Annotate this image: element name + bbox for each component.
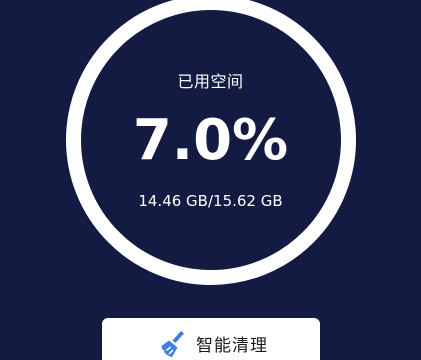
storage-screen: 已用空间 7.0% 14.46 GB/15.62 GB 智能清理 xyxy=(0,0,421,360)
broom-icon xyxy=(160,330,186,358)
used-percent: 7.0% xyxy=(132,108,289,173)
smart-clean-button[interactable]: 智能清理 xyxy=(102,318,320,360)
used-space-label: 已用空间 xyxy=(177,72,244,91)
smart-clean-label: 智能清理 xyxy=(196,336,268,356)
used-of-total: 14.46 GB/15.62 GB xyxy=(138,192,283,210)
